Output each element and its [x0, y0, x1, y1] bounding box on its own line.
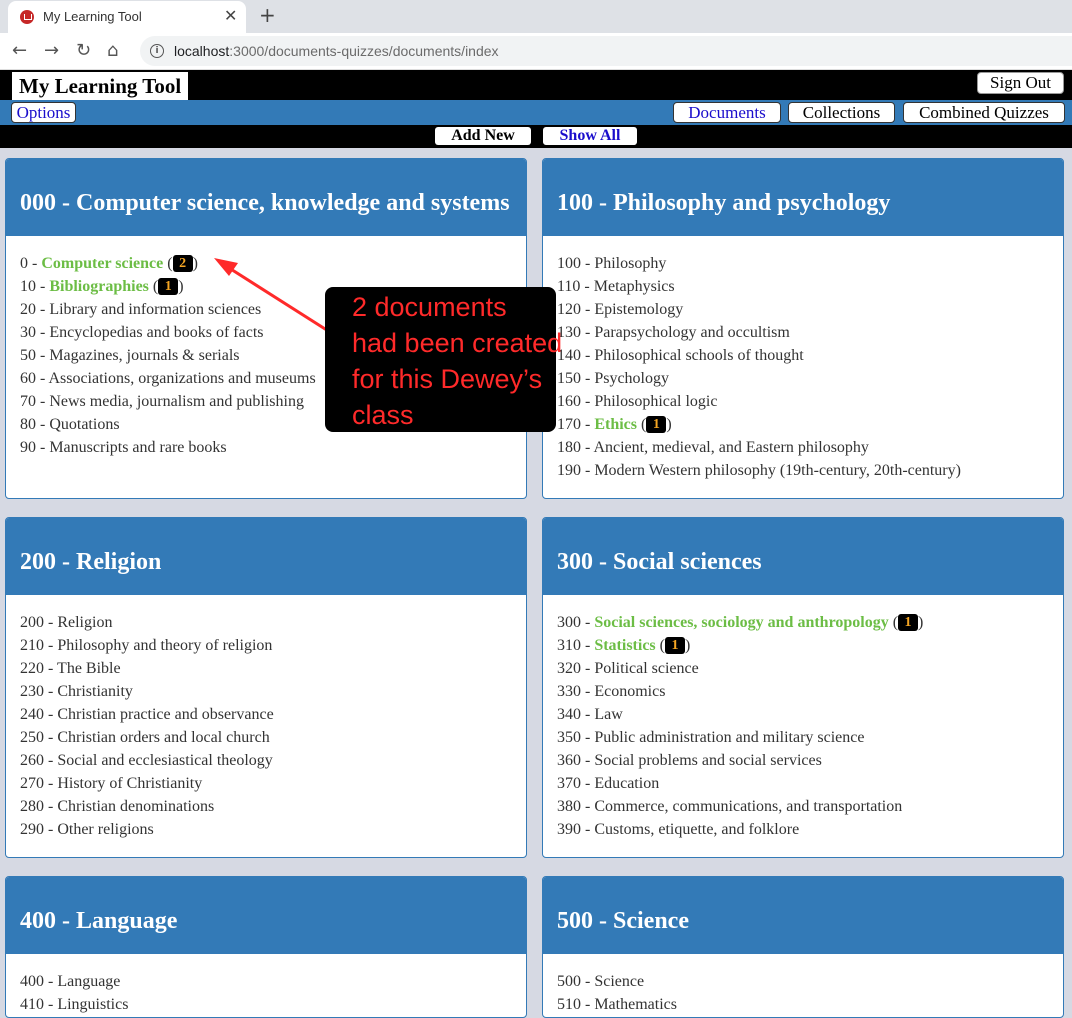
show-all-button[interactable]: Show All	[543, 127, 637, 145]
app-title: My Learning Tool	[12, 72, 189, 100]
division-item: 150 - Psychology	[557, 370, 669, 387]
division-item: 90 - Manuscripts and rare books	[20, 439, 227, 456]
division-item: 290 - Other religions	[20, 821, 154, 838]
document-count-badge: 1	[646, 416, 667, 433]
division-item: 0 - Computer science (2)	[20, 255, 198, 272]
division-list: 400 - Language 410 - Linguistics	[6, 954, 526, 1016]
division-item: 190 - Modern Western philosophy (19th-ce…	[557, 462, 961, 479]
annotation-callout: 2 documents had been created for this De…	[325, 287, 562, 432]
browser-tab-bar: My Learning Tool ✕ +	[0, 0, 1072, 33]
document-count-badge: 2	[172, 255, 193, 272]
panel-title: 000 - Computer science, knowledge and sy…	[6, 159, 526, 236]
division-item: 120 - Epistemology	[557, 301, 684, 318]
division-item: 250 - Christian orders and local church	[20, 729, 270, 746]
panel-title: 100 - Philosophy and psychology	[543, 159, 1063, 236]
division-item: 390 - Customs, etiquette, and folklore	[557, 821, 800, 838]
dewey-class-panel: 100 - Philosophy and psychology 100 - Phi…	[542, 158, 1064, 499]
panel-title: 500 - Science	[543, 877, 1063, 954]
app-favicon-icon	[20, 10, 34, 24]
division-link[interactable]: Computer science	[41, 255, 163, 272]
menu-bar: Options Documents Collections Combined Q…	[0, 100, 1072, 125]
browser-toolbar: ← → ↻ ⌂ i localhost:3000/documents-quizz…	[0, 33, 1072, 70]
division-item: 360 - Social problems and social service…	[557, 752, 822, 769]
document-count-badge: 1	[898, 614, 919, 631]
dewey-class-panel: 500 - Science 500 - Science 510 - Mathemat…	[542, 876, 1064, 1018]
close-tab-icon[interactable]: ✕	[224, 6, 237, 25]
division-item: 180 - Ancient, medieval, and Eastern phi…	[557, 439, 869, 456]
site-info-icon[interactable]: i	[150, 44, 164, 58]
division-item: 320 - Political science	[557, 660, 699, 677]
division-link[interactable]: Ethics	[594, 416, 637, 433]
division-code: 0 -	[20, 255, 42, 272]
division-item: 100 - Philosophy	[557, 255, 667, 272]
panel-title: 200 - Religion	[6, 518, 526, 595]
division-item: 340 - Law	[557, 706, 623, 723]
division-item: 230 - Christianity	[20, 683, 133, 700]
division-item: 510 - Mathematics	[557, 996, 677, 1013]
app-header: My Learning Tool Sign Out	[0, 70, 1072, 100]
division-item: 350 - Public administration and military…	[557, 729, 865, 746]
division-link[interactable]: Statistics	[594, 637, 655, 654]
division-item: 400 - Language	[20, 973, 121, 990]
division-item: 270 - History of Christianity	[20, 775, 203, 792]
division-item: 160 - Philosophical logic	[557, 393, 718, 410]
document-count-badge: 1	[158, 278, 179, 295]
panel-title: 400 - Language	[6, 877, 526, 954]
url-text: localhost:3000/documents-quizzes/documen…	[174, 43, 499, 59]
panel-title: 300 - Social sciences	[543, 518, 1063, 595]
division-list: 500 - Science 510 - Mathematics	[543, 954, 1063, 1016]
division-list: 200 - Religion 210 - Philosophy and theor…	[6, 595, 526, 841]
division-item: 130 - Parapsychology and occultism	[557, 324, 790, 341]
documents-tab[interactable]: Documents	[673, 102, 781, 123]
division-item: 380 - Commerce, communications, and tran…	[557, 798, 903, 815]
annotation-text: 2 documents had been created for this De…	[352, 292, 563, 430]
division-item: 260 - Social and ecclesiastical theology	[20, 752, 273, 769]
division-item: 330 - Economics	[557, 683, 666, 700]
division-item: 110 - Metaphysics	[557, 278, 675, 295]
division-link[interactable]: Bibliographies	[49, 278, 149, 295]
sign-out-button[interactable]: Sign Out	[977, 72, 1064, 94]
division-link[interactable]: Social sciences, sociology and anthropol…	[594, 614, 888, 631]
back-arrow-icon[interactable]: ←	[12, 40, 27, 61]
division-item: 310 - Statistics (1)	[557, 637, 691, 654]
division-code: 310 -	[557, 637, 595, 654]
dewey-class-panel: 300 - Social sciences 300 - Social scienc…	[542, 517, 1064, 858]
dewey-class-panel: 400 - Language 400 - Language 410 - Lingui…	[5, 876, 527, 1018]
division-item: 410 - Linguistics	[20, 996, 129, 1013]
address-bar[interactable]: i localhost:3000/documents-quizzes/docum…	[140, 36, 1072, 66]
forward-arrow-icon[interactable]: →	[44, 40, 59, 61]
division-item: 500 - Science	[557, 973, 645, 990]
division-item: 200 - Religion	[20, 614, 113, 631]
document-count-badge: 1	[664, 637, 685, 654]
combined-quizzes-tab[interactable]: Combined Quizzes	[903, 102, 1065, 123]
division-item: 240 - Christian practice and observance	[20, 706, 274, 723]
browser-tab[interactable]: My Learning Tool ✕	[8, 1, 246, 33]
division-item: 300 - Social sciences, sociology and ant…	[557, 614, 924, 631]
division-item: 370 - Education	[557, 775, 660, 792]
division-item: 210 - Philosophy and theory of religion	[20, 637, 273, 654]
options-button[interactable]: Options	[11, 102, 76, 123]
division-code: 170 -	[557, 416, 595, 433]
new-tab-icon[interactable]: +	[259, 3, 276, 27]
division-item: 280 - Christian denominations	[20, 798, 215, 815]
division-item: 170 - Ethics (1)	[557, 416, 672, 433]
action-bar: Add New Show All	[0, 125, 1072, 148]
division-list: 300 - Social sciences, sociology and ant…	[543, 595, 1063, 841]
home-icon[interactable]: ⌂	[107, 40, 118, 61]
division-item: 220 - The Bible	[20, 660, 121, 677]
add-new-button[interactable]: Add New	[435, 127, 531, 145]
division-item: 140 - Philosophical schools of thought	[557, 347, 804, 364]
reload-icon[interactable]: ↻	[76, 40, 91, 61]
dewey-class-panel: 200 - Religion 200 - Religion 210 - Philos…	[5, 517, 527, 858]
division-code: 300 -	[557, 614, 595, 631]
division-code: 10 -	[20, 278, 50, 295]
division-list: 100 - Philosophy 110 - Metaphysics 120 - E…	[543, 236, 1063, 482]
tab-title: My Learning Tool	[43, 9, 142, 24]
collections-tab[interactable]: Collections	[788, 102, 895, 123]
